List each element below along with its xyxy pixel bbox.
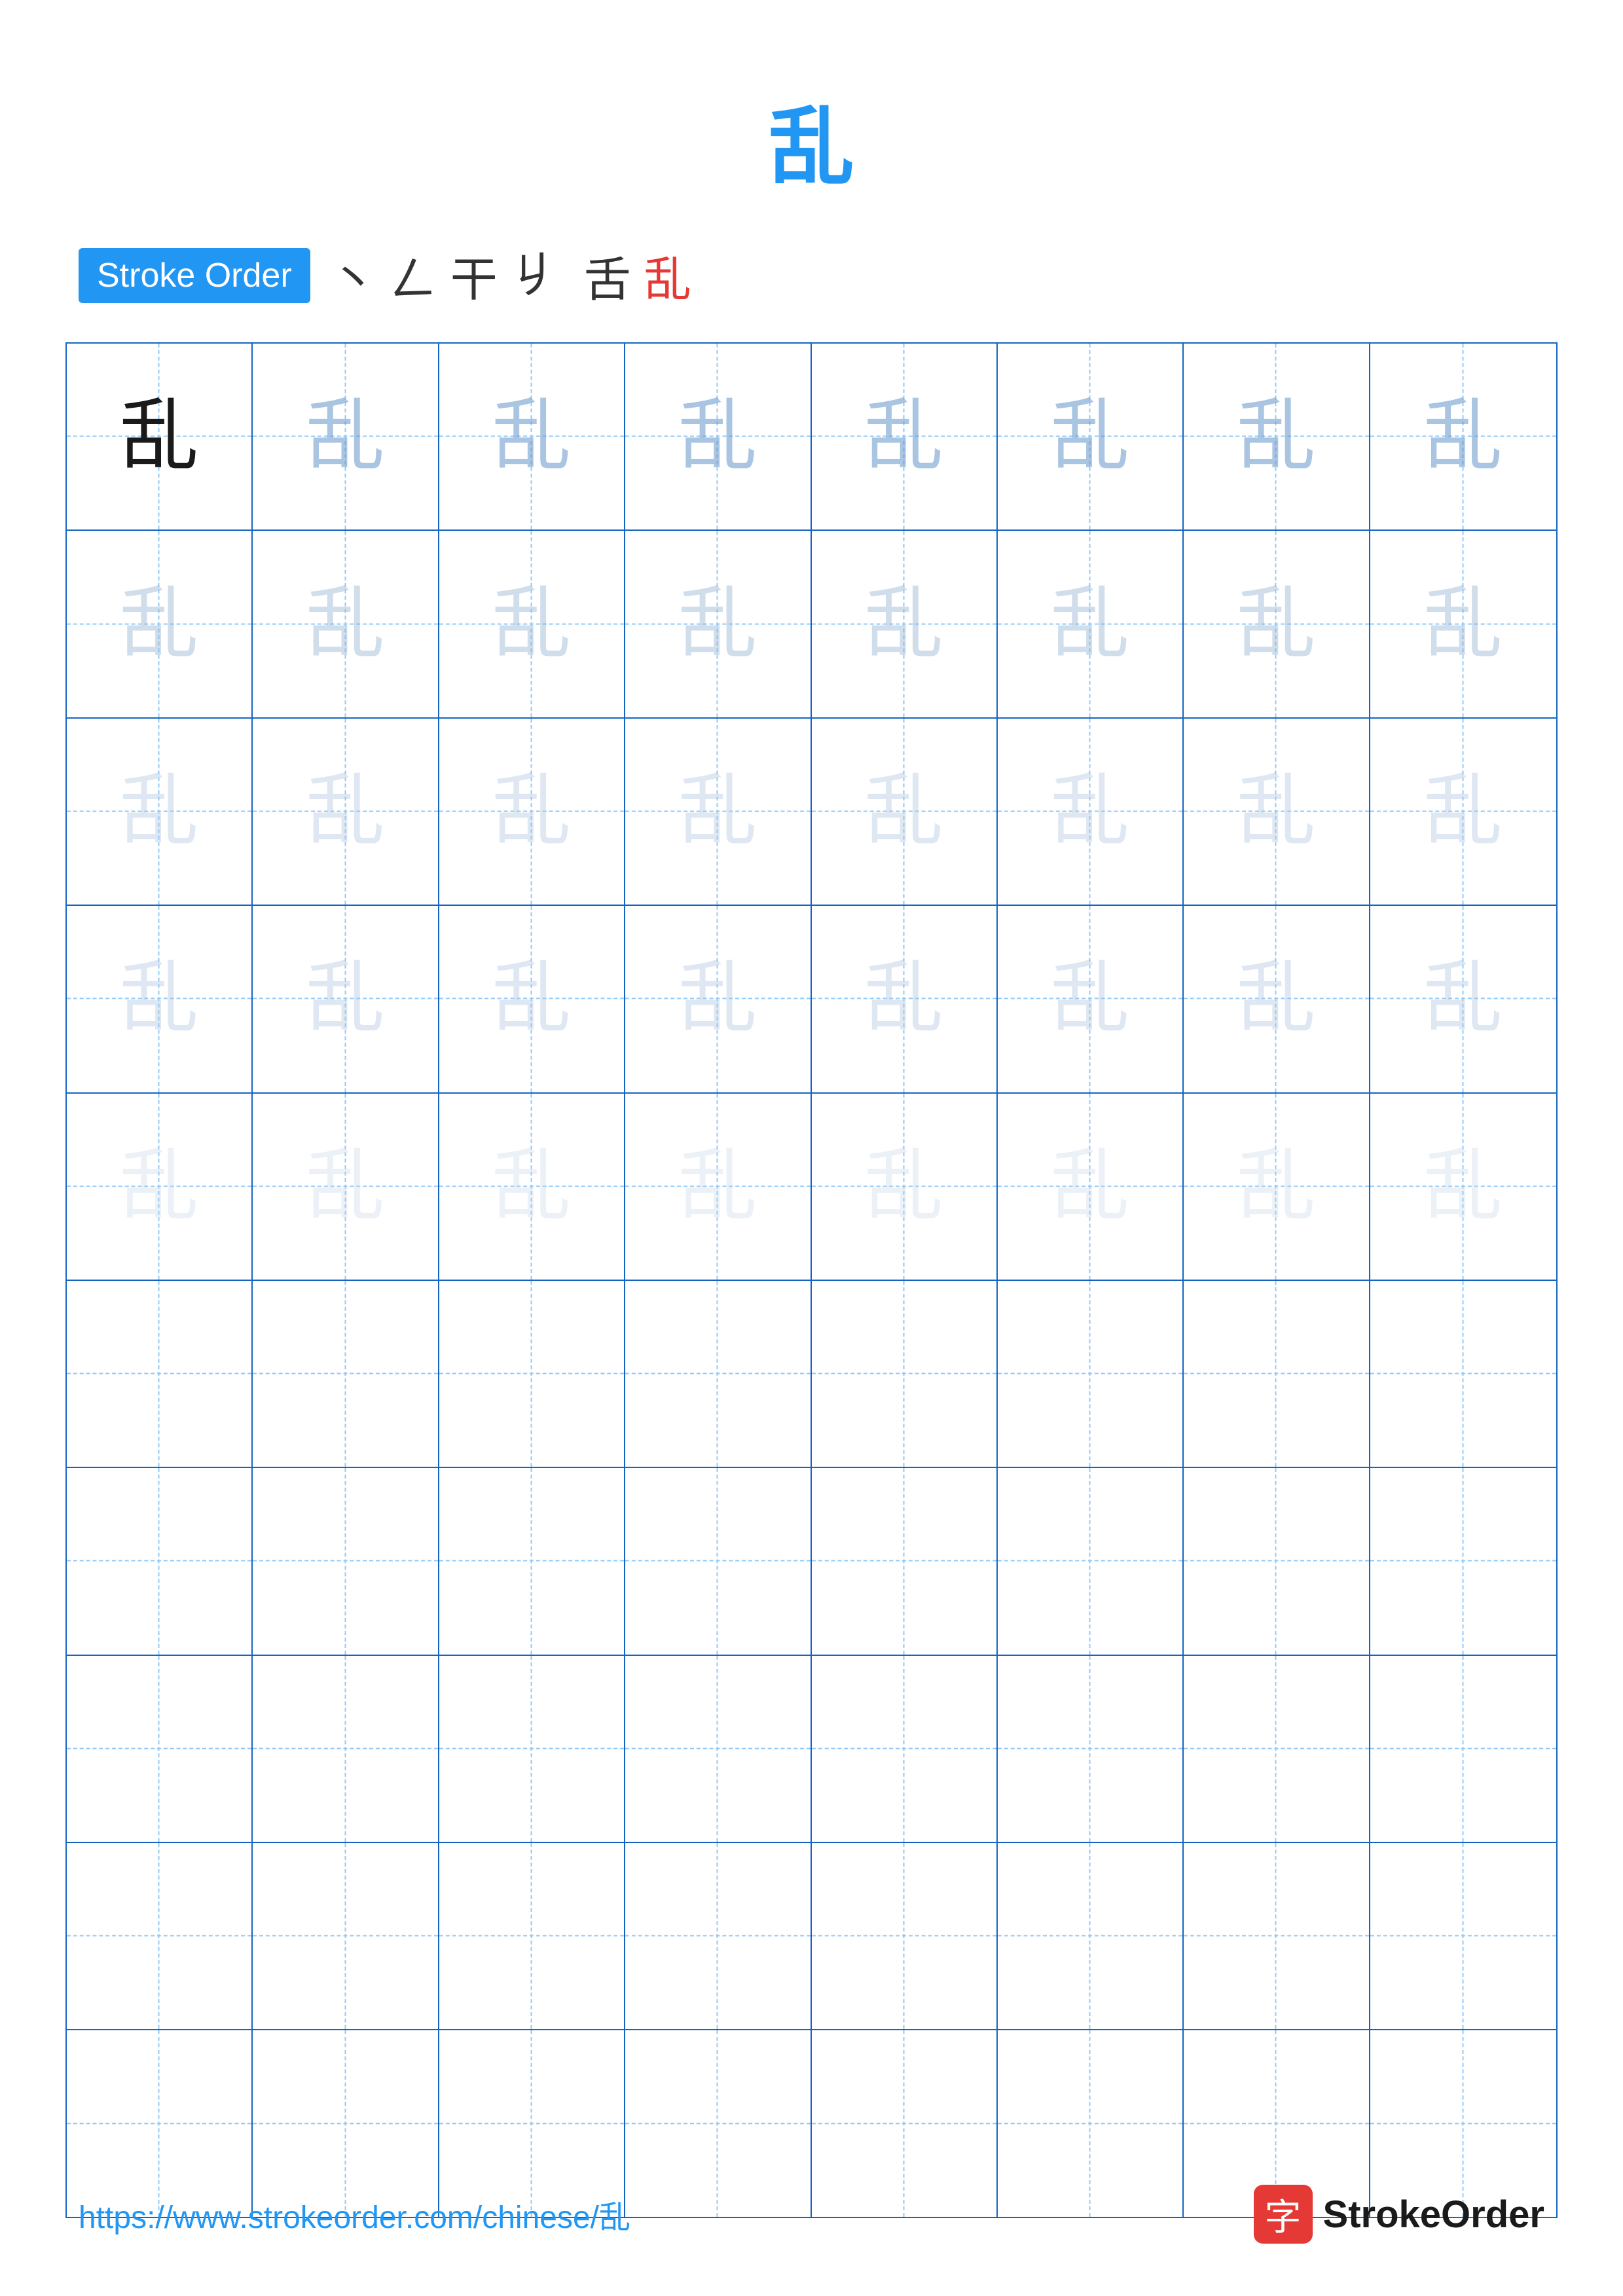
- grid-cell[interactable]: [812, 1468, 998, 1654]
- grid-cell[interactable]: 乱: [1184, 719, 1370, 905]
- grid-cell[interactable]: [439, 1468, 625, 1654]
- grid-cell[interactable]: 乱: [812, 906, 998, 1092]
- grid-cell[interactable]: [1184, 1468, 1370, 1654]
- grid-cell[interactable]: [253, 1656, 439, 1842]
- stroke-order-section: Stroke Order 丶 𠃋 干 𠂈 𠄠 舌 乱: [0, 241, 1623, 310]
- grid-cell[interactable]: 乱: [67, 531, 253, 717]
- grid-row: [67, 1843, 1556, 2030]
- grid-cell[interactable]: 乱: [998, 1094, 1184, 1280]
- grid-cell[interactable]: [439, 1656, 625, 1842]
- grid-row: [67, 1656, 1556, 1843]
- grid-cell[interactable]: 乱: [1184, 906, 1370, 1092]
- grid-cell[interactable]: 乱: [67, 719, 253, 905]
- grid-cell[interactable]: [625, 1468, 811, 1654]
- grid-cell[interactable]: 乱: [812, 531, 998, 717]
- grid-cell[interactable]: [812, 1843, 998, 2029]
- grid-row: [67, 1281, 1556, 1468]
- grid-cell[interactable]: [998, 1468, 1184, 1654]
- grid-cell[interactable]: [1184, 1843, 1370, 2029]
- grid-row: 乱 乱 乱 乱 乱 乱 乱 乱: [67, 719, 1556, 906]
- grid-cell[interactable]: [812, 1656, 998, 1842]
- grid-cell[interactable]: [998, 1656, 1184, 1842]
- grid-cell[interactable]: 乱: [67, 344, 253, 529]
- grid-cell[interactable]: [253, 1281, 439, 1467]
- grid-cell[interactable]: 乱: [998, 531, 1184, 717]
- grid-cell[interactable]: 乱: [625, 531, 811, 717]
- grid-cell[interactable]: 乱: [439, 1094, 625, 1280]
- grid-cell[interactable]: 乱: [998, 906, 1184, 1092]
- grid-cell[interactable]: 乱: [253, 719, 439, 905]
- grid-cell[interactable]: [812, 1281, 998, 1467]
- grid-row: 乱 乱 乱 乱 乱 乱 乱 乱: [67, 906, 1556, 1093]
- grid-cell[interactable]: 乱: [67, 1094, 253, 1280]
- grid-cell[interactable]: [998, 1281, 1184, 1467]
- grid-cell[interactable]: [67, 1281, 253, 1467]
- brand-icon: 字: [1254, 2185, 1313, 2244]
- grid-cell[interactable]: 乱: [253, 531, 439, 717]
- grid-cell[interactable]: [998, 1843, 1184, 2029]
- grid-cell[interactable]: 乱: [253, 906, 439, 1092]
- grid-cell[interactable]: [1370, 1843, 1556, 2029]
- grid-cell[interactable]: [1184, 1281, 1370, 1467]
- grid-cell[interactable]: [1184, 1656, 1370, 1842]
- grid-cell[interactable]: [67, 1843, 253, 2029]
- grid-row: 乱 乱 乱 乱 乱 乱 乱 乱: [67, 1094, 1556, 1281]
- practice-grid: 乱 乱 乱 乱 乱 乱 乱 乱 乱 乱 乱 乱 乱 乱 乱 乱 乱 乱 乱 乱 …: [65, 342, 1558, 2218]
- grid-cell[interactable]: 乱: [1370, 344, 1556, 529]
- grid-cell[interactable]: [625, 1656, 811, 1842]
- grid-cell[interactable]: 乱: [625, 719, 811, 905]
- grid-cell[interactable]: [1370, 1468, 1556, 1654]
- grid-cell[interactable]: 乱: [1184, 531, 1370, 717]
- grid-cell[interactable]: [253, 1843, 439, 2029]
- grid-cell[interactable]: [439, 1843, 625, 2029]
- grid-row: 乱 乱 乱 乱 乱 乱 乱 乱: [67, 344, 1556, 531]
- grid-row: 乱 乱 乱 乱 乱 乱 乱 乱: [67, 531, 1556, 718]
- grid-cell[interactable]: 乱: [998, 344, 1184, 529]
- grid-cell[interactable]: [1370, 1281, 1556, 1467]
- grid-cell[interactable]: 乱: [1184, 1094, 1370, 1280]
- grid-cell[interactable]: 乱: [439, 344, 625, 529]
- grid-cell[interactable]: 乱: [439, 719, 625, 905]
- grid-cell[interactable]: 乱: [625, 1094, 811, 1280]
- grid-cell[interactable]: [439, 1281, 625, 1467]
- grid-cell[interactable]: 乱: [1370, 719, 1556, 905]
- grid-cell[interactable]: [1370, 1656, 1556, 1842]
- grid-cell[interactable]: [67, 1656, 253, 1842]
- grid-cell[interactable]: [625, 1843, 811, 2029]
- grid-cell[interactable]: 乱: [439, 906, 625, 1092]
- grid-cell[interactable]: 乱: [812, 719, 998, 905]
- footer: https://www.strokeorder.com/chinese/乱 字 …: [0, 2185, 1623, 2244]
- grid-cell[interactable]: 乱: [1370, 906, 1556, 1092]
- brand-name: StrokeOrder: [1323, 2193, 1544, 2236]
- grid-cell[interactable]: 乱: [253, 1094, 439, 1280]
- grid-cell[interactable]: 乱: [1184, 344, 1370, 529]
- grid-row: [67, 1468, 1556, 1655]
- grid-cell[interactable]: 乱: [625, 344, 811, 529]
- title-text: 乱: [769, 101, 854, 196]
- footer-brand: 字 StrokeOrder: [1254, 2185, 1544, 2244]
- stroke-order-chars: 丶 𠃋 干 𠂈 𠄠 舌 乱: [330, 241, 691, 310]
- page-title: 乱: [0, 0, 1623, 241]
- grid-cell[interactable]: 乱: [1370, 531, 1556, 717]
- grid-cell[interactable]: 乱: [67, 906, 253, 1092]
- grid-cell[interactable]: 乱: [253, 344, 439, 529]
- grid-cell[interactable]: 乱: [812, 344, 998, 529]
- grid-cell[interactable]: 乱: [998, 719, 1184, 905]
- grid-cell[interactable]: 乱: [812, 1094, 998, 1280]
- grid-cell[interactable]: 乱: [625, 906, 811, 1092]
- grid-cell[interactable]: [625, 1281, 811, 1467]
- stroke-order-badge: Stroke Order: [79, 248, 310, 303]
- grid-cell[interactable]: 乱: [439, 531, 625, 717]
- grid-cell[interactable]: [67, 1468, 253, 1654]
- grid-cell[interactable]: 乱: [1370, 1094, 1556, 1280]
- grid-cell[interactable]: [253, 1468, 439, 1654]
- footer-url[interactable]: https://www.strokeorder.com/chinese/乱: [79, 2191, 630, 2237]
